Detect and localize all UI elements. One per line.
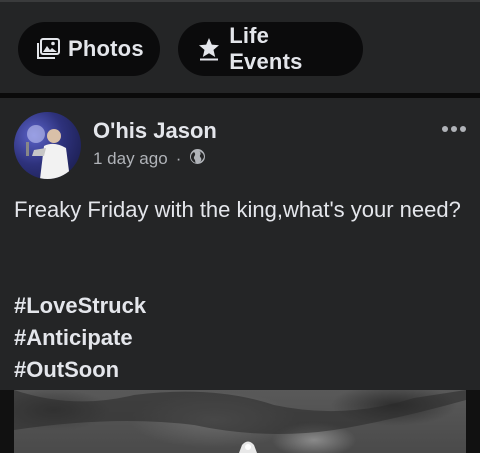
life-events-button[interactable]: Life Events [178, 22, 363, 76]
hashtag-link[interactable]: #LoveStruck [14, 290, 146, 322]
avatar[interactable] [14, 112, 81, 179]
globe-icon[interactable] [189, 148, 206, 170]
post-text: Freaky Friday with the king,what's your … [14, 197, 461, 222]
post-time[interactable]: 1 day ago [93, 149, 168, 169]
post-card: O'his Jason 1 day ago · Freaky Friday wi… [0, 98, 480, 453]
author-name[interactable]: O'his Jason [93, 118, 217, 144]
photos-icon [36, 36, 60, 62]
photo-image [14, 390, 466, 453]
meta-separator: · [175, 149, 182, 168]
more-dot [460, 126, 466, 132]
post-photo[interactable] [0, 390, 480, 453]
profile-filter-bar: Photos Life Events [0, 0, 480, 93]
hashtag-link[interactable]: #OutSoon [14, 354, 146, 386]
more-dot [451, 126, 457, 132]
photos-button[interactable]: Photos [18, 22, 160, 76]
post-meta: 1 day ago · [93, 148, 206, 170]
more-dot [442, 126, 448, 132]
photos-label: Photos [68, 36, 144, 61]
star-icon [196, 36, 221, 62]
hashtag-list: #LoveStruck #Anticipate #OutSoon [14, 290, 146, 386]
life-events-label: Life Events [229, 23, 303, 74]
hashtag-link[interactable]: #Anticipate [14, 322, 146, 354]
more-options-button[interactable] [442, 126, 466, 132]
